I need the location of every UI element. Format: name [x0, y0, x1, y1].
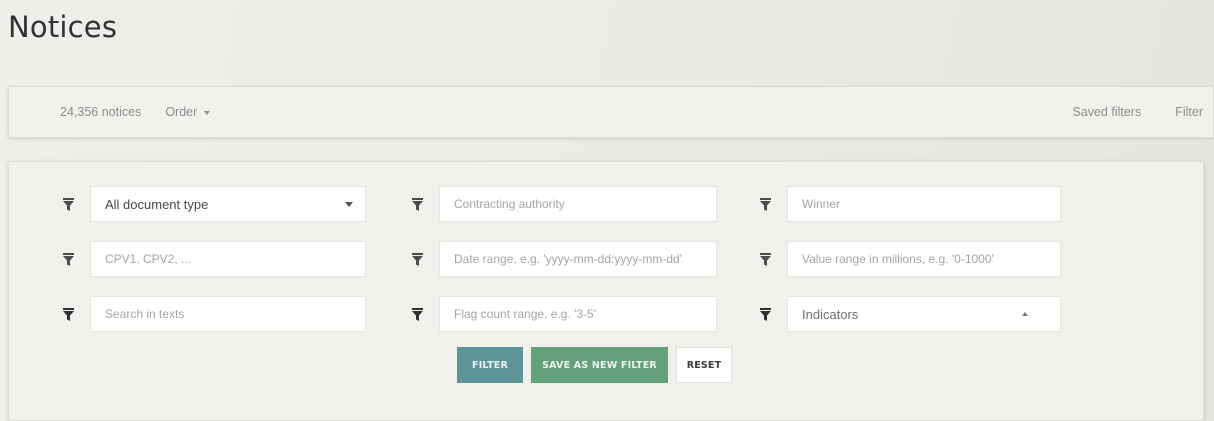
funnel-icon: [50, 186, 86, 222]
filter-panel: All document type Contracting authority …: [8, 161, 1204, 421]
reset-button[interactable]: RESET: [676, 347, 732, 383]
caret-down-icon: [204, 110, 211, 115]
filter-row: CPV1, CPV2, ... Date range, e.g. 'yyyy-m…: [9, 241, 1203, 277]
winner-input[interactable]: Winner: [787, 186, 1061, 222]
funnel-icon: [50, 241, 86, 277]
notice-count: 24,356 notices: [60, 105, 142, 119]
funnel-icon: [399, 241, 435, 277]
funnel-icon: [50, 296, 86, 332]
indicators-value: Indicators: [802, 306, 859, 322]
document-type-select[interactable]: All document type: [90, 186, 366, 222]
save-as-new-filter-button[interactable]: SAVE AS NEW FILTER: [531, 347, 668, 383]
chevron-up-icon: [1022, 312, 1028, 316]
flag-count-input[interactable]: Flag count range, e.g. '3-5': [439, 296, 717, 332]
filter-row: Search in texts Flag count range, e.g. '…: [9, 296, 1203, 332]
contracting-authority-input[interactable]: Contracting authority: [439, 186, 717, 222]
saved-filters-link[interactable]: Saved filters: [1072, 105, 1141, 119]
filter-actions: FILTER SAVE AS NEW FILTER RESET: [457, 347, 732, 383]
document-type-value: All document type: [105, 196, 209, 212]
date-range-input[interactable]: Date range, e.g. 'yyyy-mm-dd:yyyy-mm-dd': [439, 241, 717, 277]
search-texts-input[interactable]: Search in texts: [90, 296, 366, 332]
funnel-icon: [747, 186, 783, 222]
indicators-select[interactable]: Indicators: [787, 296, 1061, 332]
filter-row: All document type Contracting authority …: [9, 186, 1203, 222]
order-label: Order: [165, 105, 198, 119]
funnel-icon: [399, 186, 435, 222]
value-range-input[interactable]: Value range in millions, e.g. '0-1000': [787, 241, 1061, 277]
notices-toolbar: 24,356 notices Order Saved filters Filte…: [8, 86, 1214, 138]
funnel-icon: [747, 241, 783, 277]
page-title: Notices: [8, 10, 118, 44]
funnel-icon: [399, 296, 435, 332]
funnel-icon: [747, 296, 783, 332]
filter-button[interactable]: FILTER: [457, 347, 523, 383]
cpv-input[interactable]: CPV1, CPV2, ...: [90, 241, 366, 277]
order-dropdown[interactable]: Order: [165, 105, 211, 119]
filter-toggle-link[interactable]: Filter: [1175, 105, 1203, 119]
chevron-down-icon: [345, 201, 353, 207]
